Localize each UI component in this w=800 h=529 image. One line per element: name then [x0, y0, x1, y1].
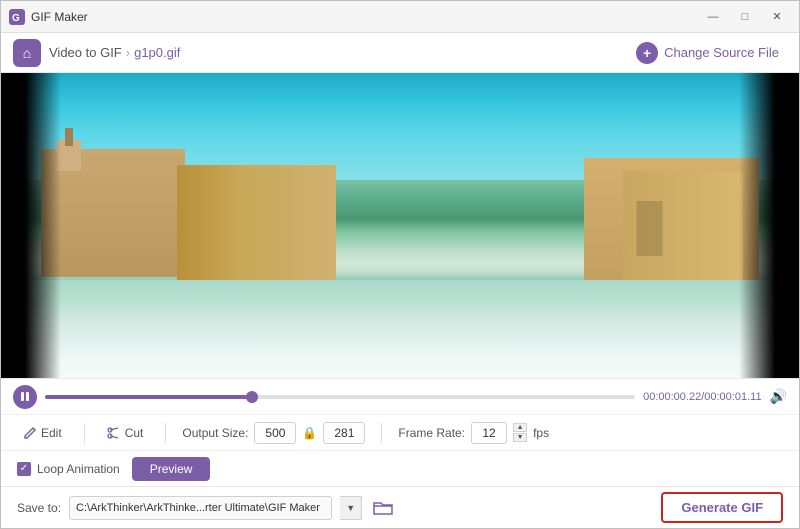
time-total: 00:00:01.11 [704, 391, 761, 403]
window-controls: — □ ✕ [699, 7, 791, 27]
maximize-button[interactable]: □ [731, 7, 759, 27]
toolbar: Edit Cut Output Size: 🔒 Frame Rate: ▲ [1, 414, 799, 450]
breadcrumb-current: g1p0.gif [134, 45, 180, 60]
fps-label: fps [533, 426, 549, 440]
video-frame [1, 73, 799, 378]
video-player [1, 73, 799, 378]
edit-button[interactable]: Edit [17, 423, 68, 443]
progress-fill [45, 395, 252, 399]
lock-icon[interactable]: 🔒 [302, 426, 317, 440]
cut-button[interactable]: Cut [101, 423, 150, 443]
minimize-button[interactable]: — [699, 7, 727, 27]
close-button[interactable]: ✕ [763, 7, 791, 27]
volume-icon[interactable]: 🔊 [770, 388, 787, 405]
pause-icon [21, 392, 29, 401]
title-bar: G GIF Maker — □ ✕ [1, 1, 799, 33]
loop-animation-label[interactable]: ✓ Loop Animation [17, 462, 120, 476]
options-bar: ✓ Loop Animation Preview [1, 450, 799, 486]
folder-icon [373, 500, 393, 516]
generate-gif-button[interactable]: Generate GIF [661, 492, 783, 523]
video-letterbox-left [1, 73, 61, 378]
app-icon: G [9, 9, 25, 25]
frame-rate-input[interactable] [471, 422, 507, 444]
frame-rate-spinner: ▲ ▼ [513, 423, 527, 442]
cut-icon [107, 426, 121, 440]
video-background [1, 73, 799, 378]
spinner-down-button[interactable]: ▼ [513, 433, 527, 442]
preview-button[interactable]: Preview [132, 457, 211, 481]
frame-rate-group: Frame Rate: ▲ ▼ fps [398, 422, 549, 444]
pause-button[interactable] [13, 385, 37, 409]
nav-bar: ⌂ Video to GIF › g1p0.gif + Change Sourc… [1, 33, 799, 73]
breadcrumb-parent[interactable]: Video to GIF [49, 45, 122, 60]
output-size-group: Output Size: 🔒 [182, 422, 365, 444]
output-height-input[interactable] [323, 422, 365, 444]
output-width-input[interactable] [254, 422, 296, 444]
video-letterbox-right [739, 73, 799, 378]
change-source-icon: + [636, 42, 658, 64]
edit-label: Edit [41, 426, 62, 440]
save-to-label: Save to: [17, 501, 61, 515]
toolbar-separator-3 [381, 423, 382, 443]
change-source-label: Change Source File [664, 45, 779, 60]
open-folder-button[interactable] [370, 495, 396, 521]
toolbar-separator-2 [165, 423, 166, 443]
cut-label: Cut [125, 426, 144, 440]
progress-thumb[interactable] [246, 391, 258, 403]
spinner-up-button[interactable]: ▲ [513, 423, 527, 432]
time-current: 00:00:00.22 [643, 391, 701, 403]
toolbar-separator-1 [84, 423, 85, 443]
app-window: G GIF Maker — □ ✕ ⌂ Video to GIF › g1p0.… [0, 0, 800, 529]
loop-animation-checkbox[interactable]: ✓ [17, 462, 31, 476]
loop-animation-text: Loop Animation [37, 462, 120, 476]
home-icon[interactable]: ⌂ [13, 39, 41, 67]
output-size-label: Output Size: [182, 426, 248, 440]
save-path-input[interactable] [69, 496, 332, 520]
checkmark-icon: ✓ [20, 463, 28, 474]
frame-rate-label: Frame Rate: [398, 426, 465, 440]
svg-text:G: G [12, 13, 20, 24]
save-bar: Save to: ▼ Generate GIF [1, 486, 799, 528]
progress-bar[interactable] [45, 395, 635, 399]
generate-container: Generate GIF [661, 492, 783, 523]
change-source-button[interactable]: + Change Source File [628, 38, 787, 68]
playback-controls: 00:00:00.22/00:00:01.11 🔊 [1, 378, 799, 414]
breadcrumb-separator: › [126, 45, 130, 60]
save-path-dropdown-button[interactable]: ▼ [340, 496, 362, 520]
edit-icon [23, 426, 37, 440]
window-title: GIF Maker [31, 10, 699, 24]
time-display: 00:00:00.22/00:00:01.11 [643, 391, 761, 403]
water-overlay [1, 280, 799, 378]
breadcrumb: Video to GIF › g1p0.gif [49, 45, 180, 60]
